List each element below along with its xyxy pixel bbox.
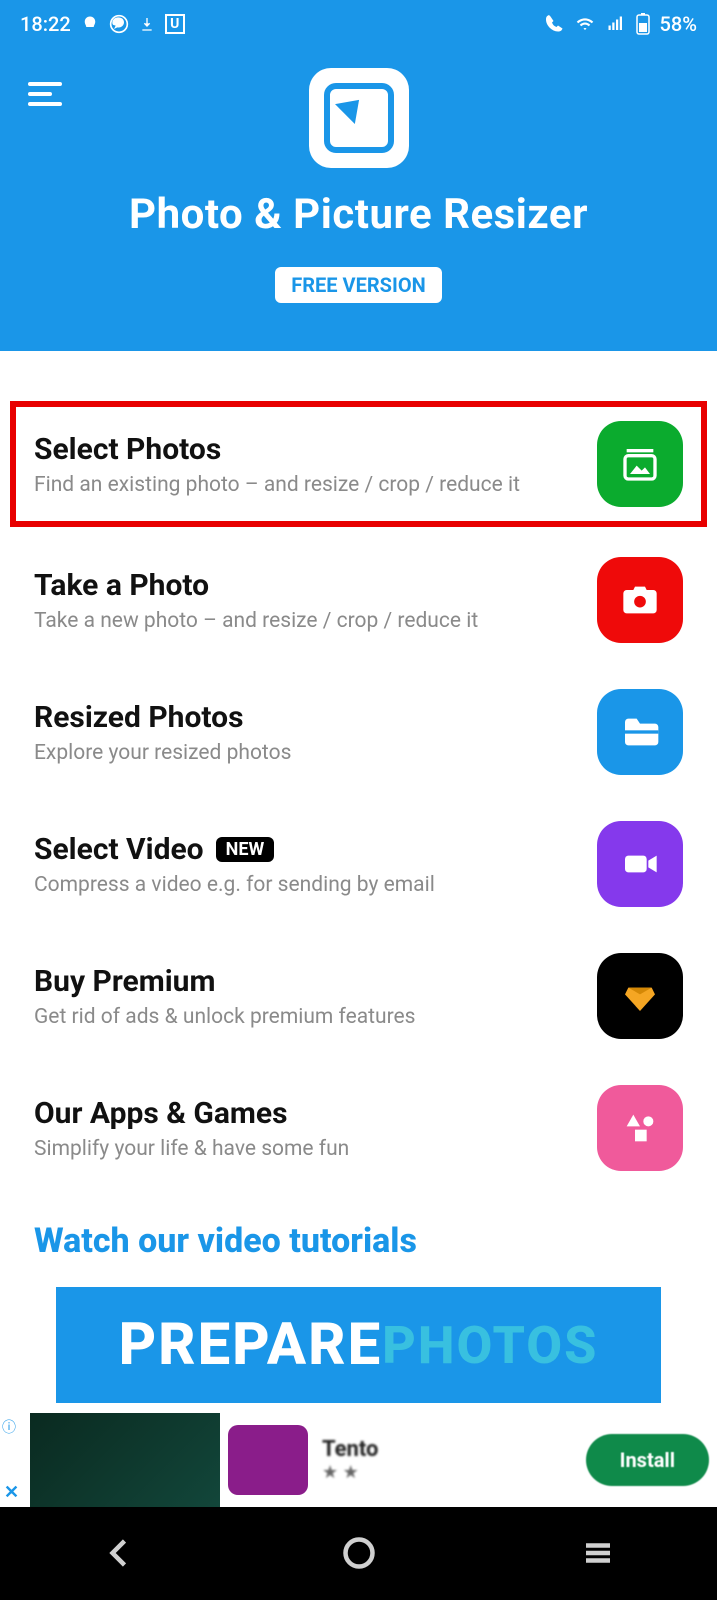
u-icon: U xyxy=(165,14,185,34)
menu-item-select-photos[interactable]: Select Photos Find an existing photo – a… xyxy=(10,401,707,527)
menu-item-select-video[interactable]: Select Video NEW Compress a video e.g. f… xyxy=(10,805,707,923)
ad-close-icon[interactable]: ✕ xyxy=(4,1482,19,1503)
notification-icon xyxy=(81,15,99,33)
battery-icon xyxy=(636,13,650,35)
battery-percent: 58% xyxy=(660,12,697,36)
hamburger-menu-button[interactable] xyxy=(28,76,68,108)
ad-banner[interactable]: ⓘ ✕ Tento ★ ★ Install xyxy=(0,1413,717,1507)
menu-item-buy-premium[interactable]: Buy Premium Get rid of ads & unlock prem… xyxy=(10,937,707,1055)
ad-info-icon[interactable]: ⓘ xyxy=(2,1417,16,1437)
new-badge: NEW xyxy=(216,837,275,862)
menu-desc: Simplify your life & have some fun xyxy=(34,1137,597,1161)
ad-image xyxy=(30,1413,220,1507)
video-tutorial-thumbnail[interactable]: PREPAREPHOTOS xyxy=(56,1287,661,1403)
menu-item-resized-photos[interactable]: Resized Photos Explore your resized phot… xyxy=(10,673,707,791)
app-title: Photo & Picture Resizer xyxy=(0,190,717,239)
gallery-icon xyxy=(597,421,683,507)
signal-icon xyxy=(606,15,626,33)
menu-desc: Get rid of ads & unlock premium features xyxy=(34,1005,597,1029)
call-icon xyxy=(546,15,564,33)
nav-recent-button[interactable] xyxy=(580,1535,616,1575)
menu-desc: Compress a video e.g. for sending by ema… xyxy=(34,873,597,897)
shapes-icon xyxy=(597,1085,683,1171)
whatsapp-icon xyxy=(109,14,129,34)
download-icon xyxy=(139,16,155,32)
menu-title: Our Apps & Games xyxy=(34,1096,288,1131)
system-nav-bar xyxy=(0,1507,717,1600)
menu-item-take-photo[interactable]: Take a Photo Take a new photo – and resi… xyxy=(10,541,707,659)
menu-item-our-apps[interactable]: Our Apps & Games Simplify your life & ha… xyxy=(10,1069,707,1187)
folder-icon xyxy=(597,689,683,775)
menu-title: Take a Photo xyxy=(34,568,209,603)
status-bar: 18:22 U 58% xyxy=(0,0,717,48)
wifi-icon xyxy=(574,15,596,33)
menu-desc: Find an existing photo – and resize / cr… xyxy=(34,473,597,497)
menu-title: Buy Premium xyxy=(34,964,215,999)
nav-back-button[interactable] xyxy=(102,1535,138,1575)
ad-text: Tento ★ ★ xyxy=(316,1437,578,1483)
main-menu: Select Photos Find an existing photo – a… xyxy=(0,351,717,1403)
thumb-text-2: PHOTOS xyxy=(382,1315,598,1376)
free-version-badge: FREE VERSION xyxy=(275,267,441,303)
app-header: Photo & Picture Resizer FREE VERSION xyxy=(0,48,717,351)
tutorials-heading: Watch our video tutorials xyxy=(10,1201,707,1287)
ad-app-icon xyxy=(228,1425,308,1495)
menu-desc: Explore your resized photos xyxy=(34,741,597,765)
menu-title: Resized Photos xyxy=(34,700,244,735)
menu-title: Select Photos xyxy=(34,432,221,467)
nav-home-button[interactable] xyxy=(341,1535,377,1575)
thumb-text-1: PREPARE xyxy=(119,1311,383,1379)
diamond-icon xyxy=(597,953,683,1039)
status-time: 18:22 xyxy=(20,12,71,36)
menu-title: Select Video xyxy=(34,832,204,867)
camera-icon xyxy=(597,557,683,643)
app-logo-icon xyxy=(309,68,409,168)
video-icon xyxy=(597,821,683,907)
menu-desc: Take a new photo – and resize / crop / r… xyxy=(34,609,597,633)
ad-install-button[interactable]: Install xyxy=(586,1434,709,1486)
